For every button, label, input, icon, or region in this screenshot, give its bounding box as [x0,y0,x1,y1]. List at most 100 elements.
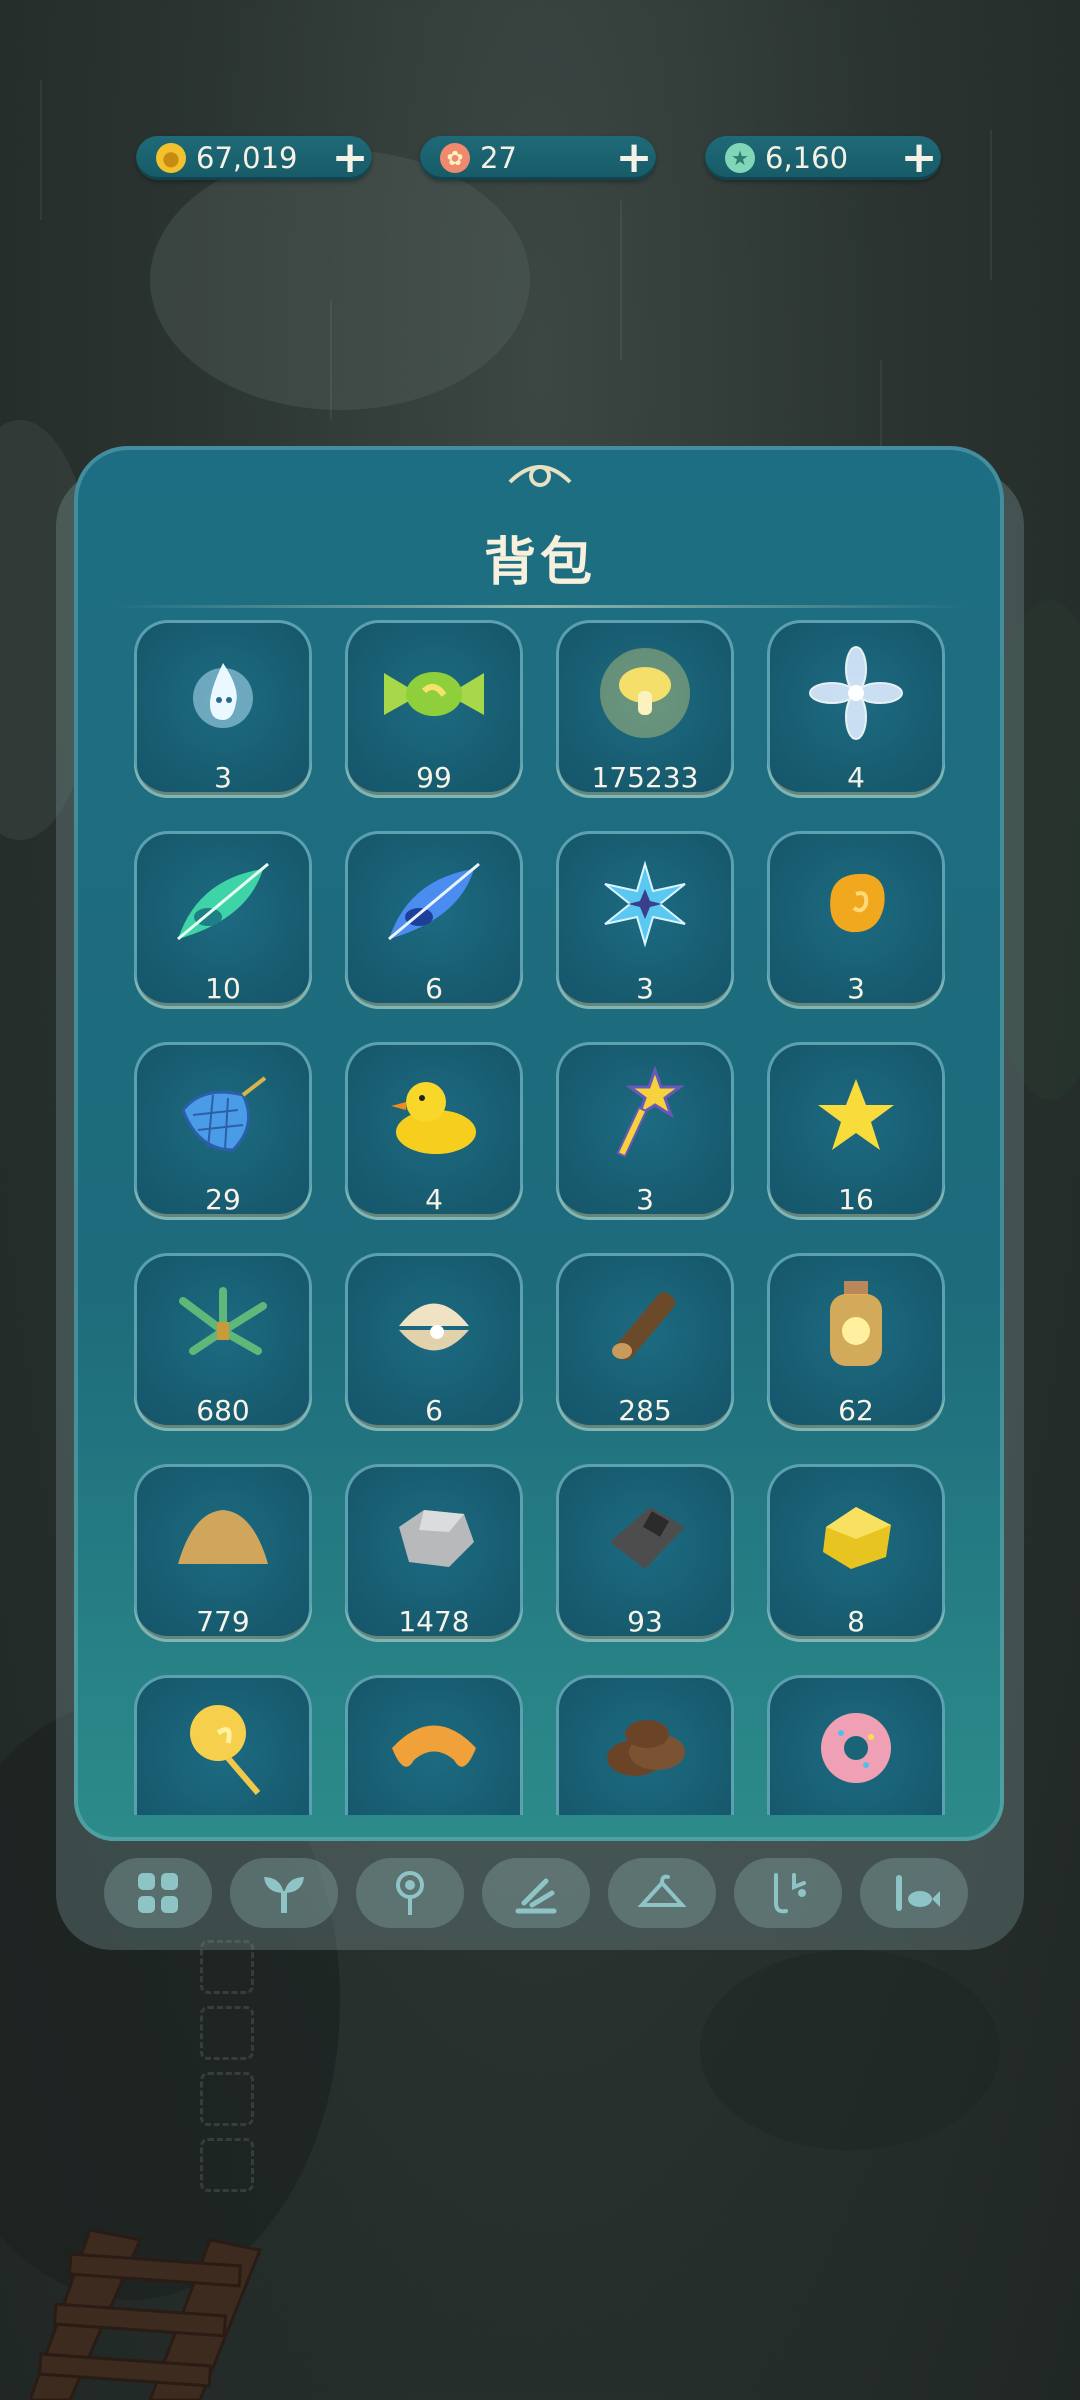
rubber-duck-icon [391,1082,476,1154]
title-divider [112,605,968,608]
category-tabbar [100,1858,980,1928]
spirit-flame-icon [193,663,253,728]
item-slot[interactable]: 680 [134,1253,312,1431]
firefly-jar-icon [830,1281,882,1366]
star-token-value: 6,160 [765,141,849,175]
tab-clothing[interactable] [608,1858,716,1928]
item-count: 3 [636,972,654,1005]
item-grid: 3 99 175233 4 10 6 3 3 29 4 3 16 680 6 2… [134,620,946,1815]
gold-coin-icon: ● [156,143,186,173]
item-slot[interactable] [556,1675,734,1815]
item-slot[interactable]: 285 [556,1253,734,1431]
item-slot[interactable]: 62 [767,1253,945,1431]
item-slot[interactable] [767,1675,945,1815]
fish-icon [896,1875,940,1911]
flower-token-icon: ✿ [440,143,470,173]
flower-token-value: 27 [480,141,517,175]
item-slot[interactable]: 6 [345,1253,523,1431]
item-count: 779 [196,1605,250,1638]
item-slot[interactable]: 6 [345,831,523,1009]
glowing-mushroom-icon [600,648,690,738]
item-count: 4 [425,1183,443,1216]
tools-icon [515,1878,557,1914]
item-count: 93 [627,1605,663,1638]
tab-plants[interactable] [230,1858,338,1928]
hanger-icon [637,1874,687,1907]
item-count: 175233 [591,761,699,794]
star-crystal-icon [604,860,686,948]
item-slot[interactable]: 4 [345,1042,523,1220]
item-slot[interactable]: 3 [556,831,734,1009]
add-coins-button[interactable]: + [328,136,372,180]
sprout-icon [264,1877,304,1913]
item-slot[interactable]: 8 [767,1464,945,1642]
tab-fishing[interactable] [860,1858,968,1928]
green-feather-icon [177,862,269,941]
item-slot[interactable]: 93 [556,1464,734,1642]
star-key-icon [616,1065,685,1158]
item-count: 3 [214,761,232,794]
crest-icon [508,465,572,487]
item-slot[interactable]: 3 [134,620,312,798]
stone-icon [399,1510,474,1567]
tab-tools[interactable] [482,1858,590,1928]
item-count: 285 [618,1394,672,1427]
page-title: 背包 [483,533,596,593]
item-slot[interactable]: 1478 [345,1464,523,1642]
pearl-shell-icon [399,1303,469,1351]
gold-nugget-icon [823,1507,891,1569]
item-count: 1478 [398,1605,470,1638]
item-slot[interactable]: 3 [767,831,945,1009]
item-count: 62 [838,1394,874,1427]
ladder-decoration [30,2230,263,2400]
item-count: 680 [196,1394,250,1427]
item-slot[interactable] [345,1675,523,1815]
sand-pile-icon [178,1510,268,1564]
star-token-icon: ★ [725,143,755,173]
coin-counter: ● 67,019 + [136,136,372,180]
iron-ore-icon [610,1507,685,1569]
amber-gem-icon [830,873,885,933]
item-slot[interactable]: 10 [134,831,312,1009]
bug-net-icon [181,1076,267,1152]
item-count: 29 [205,1183,241,1216]
flower-token-counter: ✿ 27 + [420,136,656,180]
croissant-icon [392,1725,476,1767]
tab-flowers[interactable] [356,1858,464,1928]
tab-all[interactable] [104,1858,212,1928]
item-count: 4 [847,761,865,794]
item-count: 8 [847,1605,865,1638]
grass-bundle-icon [179,1287,267,1355]
item-slot[interactable]: 4 [767,620,945,798]
add-flower-tokens-button[interactable]: + [612,136,656,180]
item-count: 6 [425,1394,443,1427]
item-count: 10 [205,972,241,1005]
item-count: 16 [838,1183,874,1216]
item-count: 3 [847,972,865,1005]
wrapped-candy-icon [384,672,484,716]
item-slot[interactable]: 3 [556,1042,734,1220]
item-slot[interactable]: 29 [134,1042,312,1220]
item-count: 6 [425,972,443,1005]
item-slot[interactable]: 16 [767,1042,945,1220]
blue-feather-icon [388,862,480,941]
grid-icon [138,1873,178,1913]
item-slot[interactable]: 779 [134,1464,312,1642]
coin-value: 67,019 [196,141,298,175]
flower-icon [396,1871,424,1915]
lollipop-icon [190,1705,261,1795]
item-slot[interactable] [134,1675,312,1815]
item-count: 3 [636,1183,654,1216]
yellow-star-icon [818,1079,894,1150]
crystal-flower-icon [809,646,903,740]
donut-icon [821,1713,891,1783]
item-slot[interactable]: 99 [345,620,523,798]
add-star-tokens-button[interactable]: + [897,136,941,180]
cookies-icon [607,1720,685,1776]
music-icon [774,1873,806,1914]
wood-log-icon [612,1292,676,1360]
item-slot[interactable]: 175233 [556,620,734,798]
tab-music[interactable] [734,1858,842,1928]
item-count: 99 [416,761,452,794]
star-token-counter: ★ 6,160 + [705,136,941,180]
